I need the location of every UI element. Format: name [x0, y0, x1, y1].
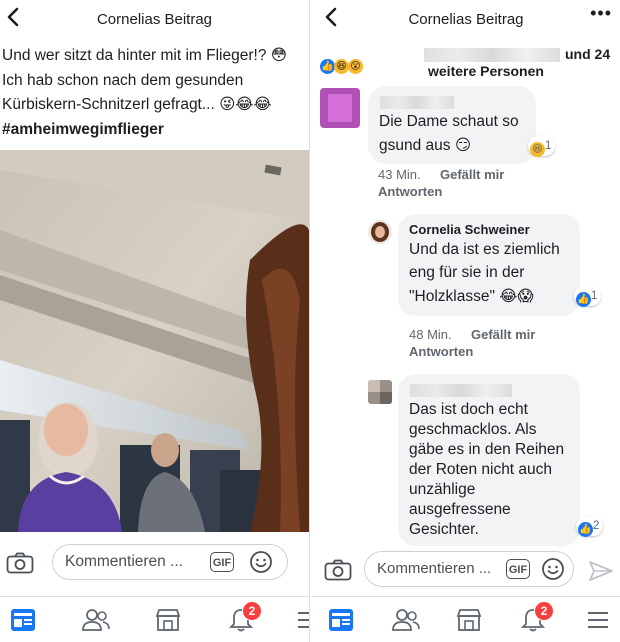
haha-reaction-icon: 😆: [530, 142, 545, 157]
like-reaction-icon: 👍: [320, 59, 335, 74]
feed-icon[interactable]: [10, 607, 36, 633]
redacted-author: [380, 96, 454, 109]
post-line: Und wer sitzt da hinter mit im Flieger!?…: [2, 47, 287, 64]
camera-icon[interactable]: [324, 559, 352, 581]
comments-screen: Cornelias Beitrag ••• 👍 😆 😮 und 24 weite…: [312, 0, 620, 642]
friends-icon[interactable]: [82, 607, 110, 633]
comment-reaction-chip[interactable]: 👍1: [574, 286, 602, 307]
avatar[interactable]: [368, 220, 392, 244]
menu-icon[interactable]: [296, 607, 309, 633]
post-line: Kürbiskern-Schnitzerl gefragt... 😜😂😂: [2, 96, 272, 113]
send-icon[interactable]: [588, 560, 614, 582]
comment-text: Gesichter.: [409, 521, 479, 538]
reaction-count: 2: [593, 520, 600, 532]
comment-text: eng für sie in der: [409, 264, 525, 281]
feed-icon[interactable]: [328, 607, 354, 633]
smiley-icon[interactable]: [541, 557, 565, 581]
redacted-names: [424, 48, 560, 62]
comment-author[interactable]: Cornelia Schweiner: [409, 222, 530, 237]
bell-icon[interactable]: 2: [520, 601, 554, 633]
gif-icon[interactable]: GIF: [506, 559, 530, 579]
comment-text: Die Dame schaut so: [379, 113, 519, 130]
post-text: Und wer sitzt da hinter mit im Flieger!?…: [2, 44, 307, 142]
comment-input[interactable]: Kommentieren ... GIF: [364, 551, 574, 587]
marketplace-icon[interactable]: [155, 607, 181, 633]
like-link[interactable]: Gefällt mir: [440, 166, 504, 183]
comment-bubble: Cornelia Schweiner Und da ist es ziemlic…: [398, 214, 580, 316]
smiley-icon[interactable]: [249, 550, 273, 574]
camera-icon[interactable]: [6, 552, 34, 574]
comment-placeholder: Kommentieren ...: [377, 560, 492, 577]
post-line: Ich hab schon nach dem gesunden: [2, 71, 244, 89]
friends-icon[interactable]: [392, 607, 420, 633]
menu-icon[interactable]: [586, 607, 612, 633]
like-link[interactable]: Gefällt mir: [471, 326, 535, 343]
reactions-count-line2: weitere Personen: [428, 63, 544, 79]
page-title: Cornelias Beitrag: [408, 11, 524, 28]
marketplace-icon[interactable]: [456, 607, 482, 633]
bottom-nav: 2: [0, 596, 309, 642]
reply-link[interactable]: Antworten: [409, 343, 473, 360]
notification-badge: 2: [534, 601, 554, 621]
page-title: Cornelias Beitrag: [96, 11, 213, 28]
bell-icon[interactable]: 2: [228, 601, 262, 633]
redacted-author: [410, 384, 512, 397]
comment-text: gsund aus 😏: [379, 137, 471, 154]
post-screen: Cornelias Beitrag Und wer sitzt da hinte…: [0, 0, 309, 642]
comment-bar: Kommentieren ... GIF: [0, 540, 309, 590]
notification-badge: 2: [242, 601, 262, 621]
haha-reaction-icon: 😆: [334, 53, 349, 74]
comment-bubble: Die Dame schaut so gsund aus 😏: [368, 86, 536, 164]
comment-text: Und da ist es ziemlich: [409, 241, 560, 258]
comment-bubble: Das ist doch echt geschmacklos. Als gäbe…: [398, 374, 580, 546]
like-reaction-icon: 👍: [576, 292, 591, 307]
comment-placeholder: Kommentieren ...: [65, 553, 184, 570]
bottom-nav: 2: [312, 596, 620, 642]
reaction-count: 1: [545, 140, 552, 152]
gif-icon[interactable]: GIF: [210, 552, 234, 572]
reaction-count: 1: [591, 290, 598, 302]
comment-time: 48 Min.: [409, 327, 452, 342]
reactions-summary[interactable]: 👍 😆 😮 und 24 weitere Personen: [312, 44, 620, 80]
like-reaction-icon: 👍: [578, 522, 593, 537]
top-bar: Cornelias Beitrag: [0, 0, 309, 36]
comment-reaction-chip[interactable]: 👍2: [576, 516, 604, 537]
avatar[interactable]: [368, 380, 392, 404]
comment-text: "Holzklasse" 😂😱: [409, 288, 534, 305]
wow-reaction-icon: 😮: [348, 53, 363, 74]
comment-time: 43 Min.: [378, 167, 421, 182]
top-bar: Cornelias Beitrag •••: [312, 0, 620, 36]
more-icon[interactable]: •••: [590, 3, 612, 24]
reply-link[interactable]: Antworten: [378, 183, 442, 200]
author-name[interactable]: Cornelia Schweiner: [409, 222, 530, 237]
reactions-count-line1: und 24: [565, 46, 611, 62]
post-photo[interactable]: [0, 150, 309, 532]
comment-input[interactable]: Kommentieren ... GIF: [52, 544, 288, 580]
comment-bar: Kommentieren ... GIF: [312, 546, 620, 596]
comment-reaction-chip[interactable]: 😆 1: [528, 136, 556, 157]
avatar[interactable]: [320, 88, 360, 128]
hashtag-link[interactable]: #amheimwegimflieger: [2, 118, 307, 143]
